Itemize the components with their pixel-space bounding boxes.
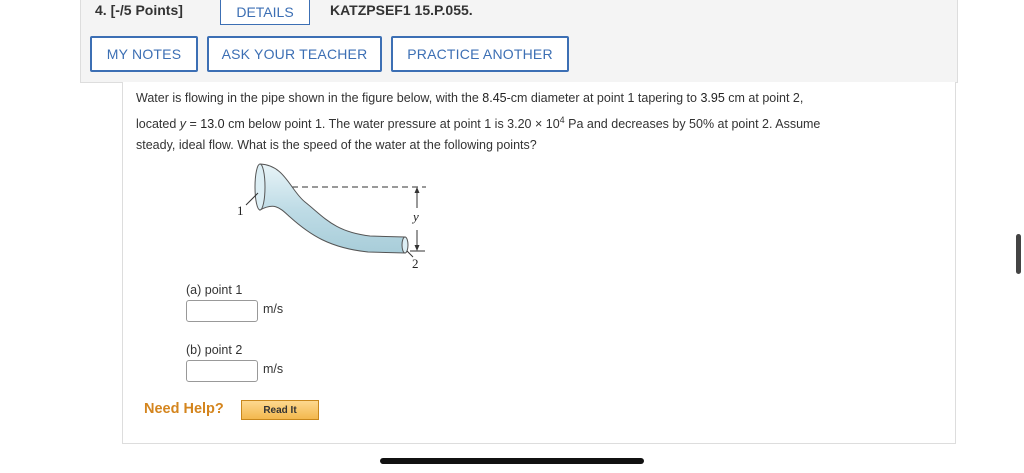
part-b-unit: m/s [263,362,284,376]
part-b-label: (b) point 2 [186,343,243,357]
details-button[interactable]: DETAILS [220,0,310,25]
scrollbar-thumb[interactable] [1016,234,1021,274]
pipe-body [259,163,406,254]
problem-code: KATZPSEF1 15.P.055. [330,2,473,18]
my-notes-button[interactable]: MY NOTES [90,36,198,72]
y-value: 13.0 [200,116,225,131]
pipe-end-point2 [401,236,409,254]
diameter1-value: 8.45 [482,91,507,105]
need-help-label: Need Help? [144,401,224,417]
question-text: Water is flowing in the pipe shown in th… [136,91,821,153]
part-b-input[interactable] [186,360,258,382]
part-a-input[interactable] [186,300,258,322]
home-indicator[interactable] [380,458,644,464]
ask-teacher-button[interactable]: ASK YOUR TEACHER [207,36,382,72]
practice-another-button[interactable]: PRACTICE ANOTHER [391,36,569,72]
read-it-button[interactable]: Read It [241,400,319,420]
pipe-end-point1 [254,163,266,211]
label-point1: 1 [237,203,244,218]
pipe-figure: 1 2 y [237,163,426,271]
label-point2: 2 [412,256,419,271]
diameter2-value: 3.95 [700,91,725,105]
part-a-unit: m/s [263,302,284,316]
part-a-label: (a) point 1 [186,283,243,297]
label-y: y [411,209,419,224]
question-number: 4. [-/5 Points] [95,2,183,18]
